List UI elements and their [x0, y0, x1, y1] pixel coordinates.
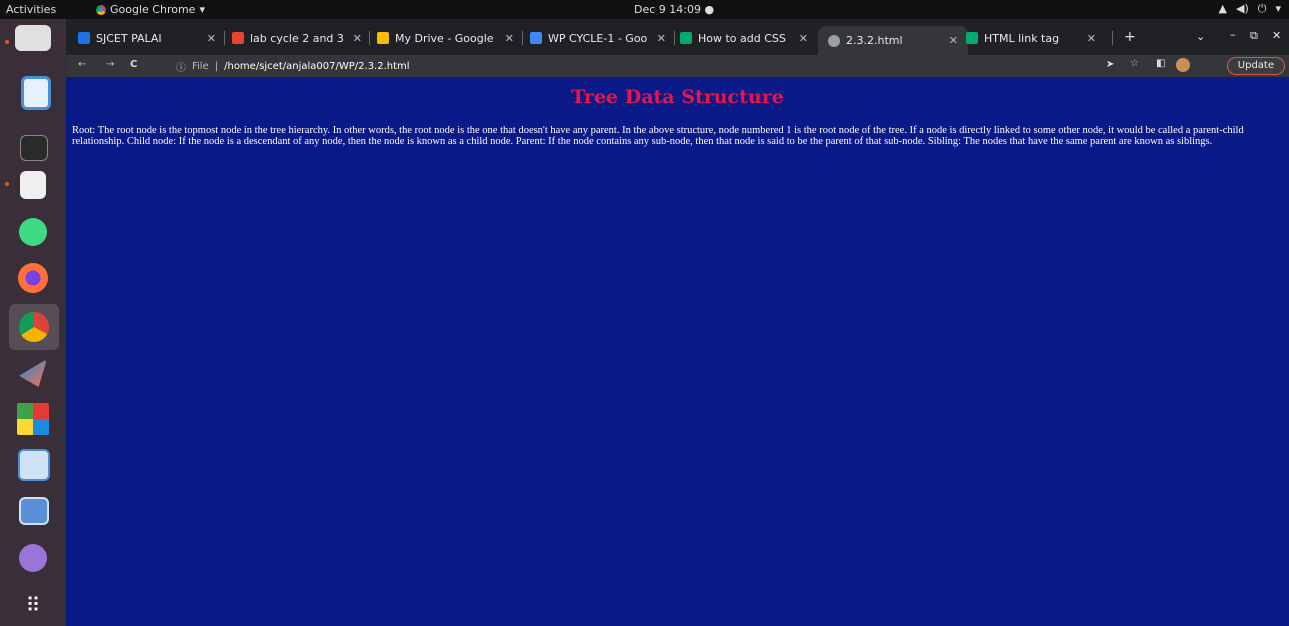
page-viewport: Tree Data Structure Root: The root node … [66, 77, 1289, 626]
terminal-icon[interactable] [20, 135, 48, 161]
virtualbox-icon[interactable] [18, 449, 50, 481]
bookmark-star-icon[interactable]: ☆ [1130, 58, 1139, 69]
tab-lab-cycle[interactable]: lab cycle 2 and 3 ✕ [232, 27, 362, 49]
forward-button[interactable]: → [106, 59, 114, 70]
tab-active-2-3-2[interactable]: 2.3.2.html ✕ [818, 26, 968, 55]
dock: ⠿ [0, 19, 66, 626]
new-tab-button[interactable]: + [1124, 29, 1136, 45]
show-apps-icon[interactable]: ⠿ [21, 594, 45, 618]
scheme-label: File [192, 60, 209, 72]
system-tray[interactable]: ▲ ◀) ⏻ ▾ [1219, 2, 1281, 16]
reload-button[interactable]: C [130, 59, 137, 70]
close-icon[interactable]: ✕ [353, 32, 362, 45]
tab-wp-cycle[interactable]: WP CYCLE-1 - Goo ✕ [530, 27, 666, 49]
chrome-dock-item[interactable] [9, 304, 59, 350]
page-body-text: Root: The root node is the topmost node … [72, 125, 1244, 147]
avatar[interactable] [1176, 58, 1190, 72]
close-icon[interactable]: ✕ [207, 32, 216, 45]
tab-strip: SJCET PALAI ✕ lab cycle 2 and 3 ✕ My Dri… [66, 19, 1289, 55]
back-button[interactable]: ← [78, 59, 86, 70]
notes-icon[interactable] [20, 171, 46, 199]
tab-search-icon[interactable]: ⌄ [1196, 30, 1205, 43]
minimize-button[interactable]: – [1230, 28, 1236, 41]
network-app-icon[interactable] [19, 544, 47, 572]
gmail-icon [232, 32, 244, 44]
clock[interactable]: Dec 9 14:09 ● [634, 3, 714, 16]
running-indicator [5, 182, 9, 186]
close-icon[interactable]: ✕ [799, 32, 808, 45]
tab-sjcet[interactable]: SJCET PALAI ✕ [78, 27, 216, 49]
running-indicator [5, 40, 9, 44]
firefox-icon[interactable] [18, 263, 48, 293]
close-icon[interactable]: ✕ [657, 32, 666, 45]
files-icon[interactable] [15, 25, 51, 51]
close-icon[interactable]: ✕ [1087, 32, 1096, 45]
app-name: Google Chrome [110, 3, 196, 16]
activities-button[interactable]: Activities [6, 3, 56, 16]
chrome-icon [19, 312, 49, 342]
address-bar[interactable]: ⓘ File | /home/sjcet/anjala007/WP/2.3.2.… [176, 57, 1176, 75]
chevron-down-icon: ▾ [1275, 2, 1281, 15]
chevron-down-icon: ▾ [199, 3, 205, 16]
page-title: Tree Data Structure [571, 86, 784, 108]
system-top-bar: Activities Google Chrome ▾ Dec 9 14:09 ●… [0, 0, 1289, 19]
close-icon[interactable]: ✕ [505, 32, 514, 45]
update-button[interactable]: Update [1226, 57, 1285, 75]
screenshot-icon[interactable] [19, 497, 49, 525]
close-icon[interactable]: ✕ [949, 34, 958, 47]
network-icon: ▲ [1218, 2, 1227, 15]
tab-favicon-icon [78, 32, 90, 44]
chrome-icon [96, 4, 106, 15]
w3schools-icon [966, 32, 978, 44]
tab-my-drive[interactable]: My Drive - Google ✕ [377, 27, 514, 49]
notification-dot-icon: ● [704, 3, 715, 16]
url-text: /home/sjcet/anjala007/WP/2.3.2.html [224, 60, 410, 72]
drive-icon [377, 32, 389, 44]
w3schools-icon [680, 32, 692, 44]
software-center-icon[interactable] [17, 403, 49, 435]
matlab-icon[interactable] [19, 359, 47, 387]
sidepanel-icon[interactable]: ◧ [1156, 58, 1165, 69]
globe-icon [828, 34, 840, 47]
tab-html-link-tag[interactable]: HTML link tag ✕ [966, 27, 1096, 49]
info-icon[interactable]: ⓘ [176, 59, 186, 74]
tab-how-to-add-css[interactable]: How to add CSS ✕ [680, 27, 808, 49]
docs-icon [530, 32, 542, 44]
browser-toolbar: ← → C ⓘ File | /home/sjcet/anjala007/WP/… [66, 55, 1289, 77]
send-icon[interactable]: ➤ [1106, 59, 1114, 70]
volume-icon: ◀) [1236, 2, 1249, 15]
text-editor-icon[interactable] [21, 76, 51, 110]
power-icon: ⏻ [1257, 2, 1267, 15]
restore-button[interactable]: ⧉ [1250, 29, 1258, 43]
app-menu[interactable]: Google Chrome ▾ [96, 3, 205, 16]
android-studio-icon[interactable] [19, 218, 47, 246]
close-window-button[interactable]: ✕ [1272, 29, 1281, 42]
